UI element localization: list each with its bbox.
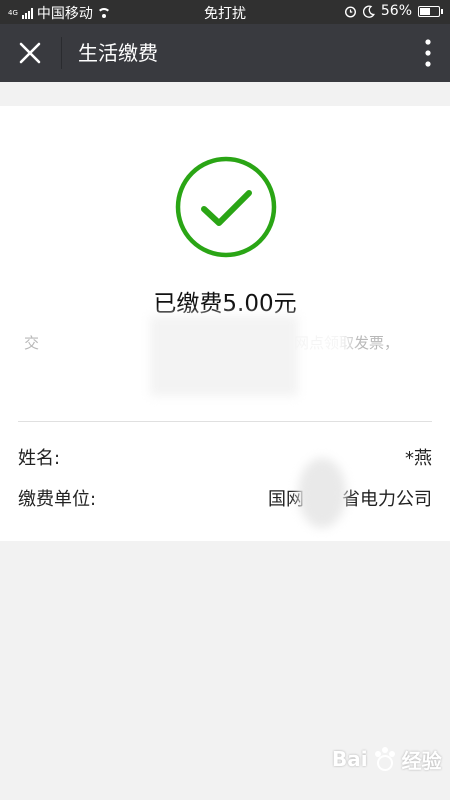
watermark: Bai 经验	[332, 744, 442, 774]
status-right-group: 56%	[344, 3, 443, 19]
check-circle-icon	[175, 156, 277, 258]
more-vertical-icon	[425, 39, 431, 67]
payee-value-end: 省电力公司	[342, 489, 432, 510]
more-button[interactable]	[422, 37, 434, 69]
blurred-region	[298, 458, 346, 528]
notice-start: 交	[24, 334, 40, 352]
paw-icon	[374, 747, 395, 771]
nav-bar: 生活缴费	[0, 24, 450, 82]
close-button[interactable]	[14, 37, 46, 69]
paid-amount-text: 已缴费5.00元	[153, 291, 297, 317]
watermark-text: Bai	[332, 747, 368, 771]
moon-icon	[362, 5, 375, 18]
blurred-region	[150, 316, 298, 396]
battery-icon	[418, 5, 443, 17]
divider-line	[18, 421, 432, 422]
battery-percent: 56%	[380, 3, 412, 19]
nav-divider	[61, 37, 62, 69]
watermark-text-2: 经验	[401, 748, 442, 773]
status-bar: 4G 中国移动 免打扰 56%	[0, 0, 450, 24]
close-icon	[19, 42, 41, 64]
name-label: 姓名:	[18, 448, 61, 469]
payee-label: 缴费单位:	[18, 489, 97, 510]
payee-value: 国网 省电力公司	[268, 485, 432, 511]
name-value: *燕	[405, 448, 432, 469]
page-title: 生活缴费	[78, 41, 158, 65]
alarm-icon	[344, 5, 356, 18]
